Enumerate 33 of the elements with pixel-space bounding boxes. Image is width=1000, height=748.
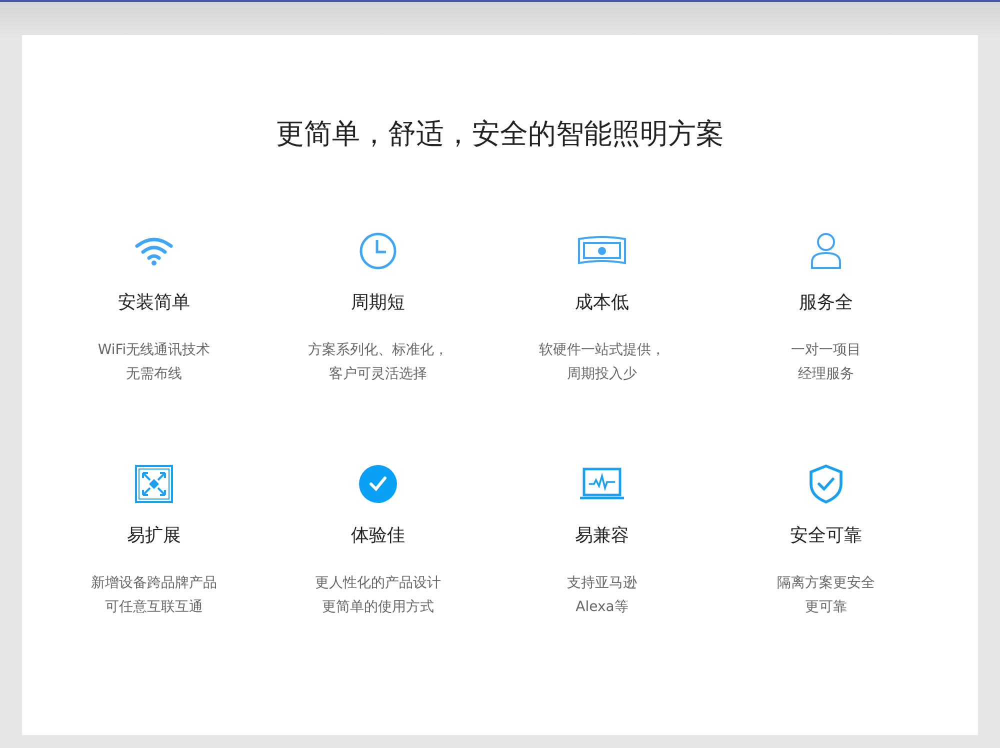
feature-description: 周期投入少 xyxy=(566,364,638,384)
feature-description: 更人性化的产品设计 xyxy=(315,574,441,593)
feature-title: 安装简单 xyxy=(118,290,190,315)
feature-description: 可任意互联互通 xyxy=(104,598,204,617)
user-icon xyxy=(810,232,842,270)
feature-description: 隔离方案更安全 xyxy=(777,574,875,593)
feature-description: 更可靠 xyxy=(804,598,848,617)
feature-description: 新增设备跨品牌产品 xyxy=(91,574,217,593)
shield-check-icon xyxy=(808,464,844,504)
feature-title: 成本低 xyxy=(575,290,629,315)
section-title: 更简单，舒适，安全的智能照明方案 xyxy=(275,117,725,151)
expand-icon xyxy=(135,464,173,503)
check-circle-icon xyxy=(359,464,397,503)
feature-description: 经理服务 xyxy=(797,364,855,384)
feature-title: 体验佳 xyxy=(351,524,405,548)
laptop-icon xyxy=(579,466,625,501)
feature-description: 软硬件一站式提供， xyxy=(539,340,665,360)
feature-description: 更简单的使用方式 xyxy=(321,598,435,617)
feature-title: 周期短 xyxy=(351,290,405,315)
feature-title: 易扩展 xyxy=(127,524,181,548)
clock-icon xyxy=(359,232,397,270)
feature-description: 客户可灵活选择 xyxy=(328,364,428,384)
feature-title: 安全可靠 xyxy=(790,524,862,548)
feature-title: 服务全 xyxy=(799,290,853,315)
feature-description: WiFi无线通讯技术 xyxy=(98,340,210,360)
wifi-icon xyxy=(134,236,174,266)
feature-title: 易兼容 xyxy=(575,524,629,548)
banknote-icon xyxy=(577,234,627,267)
feature-description: 一对一项目 xyxy=(791,340,861,360)
feature-description: Alexa等 xyxy=(574,598,630,617)
feature-description: 方案系列化、标准化， xyxy=(308,340,448,360)
feature-description: 支持亚马逊 xyxy=(567,574,637,593)
feature-description: 无需布线 xyxy=(124,364,183,384)
